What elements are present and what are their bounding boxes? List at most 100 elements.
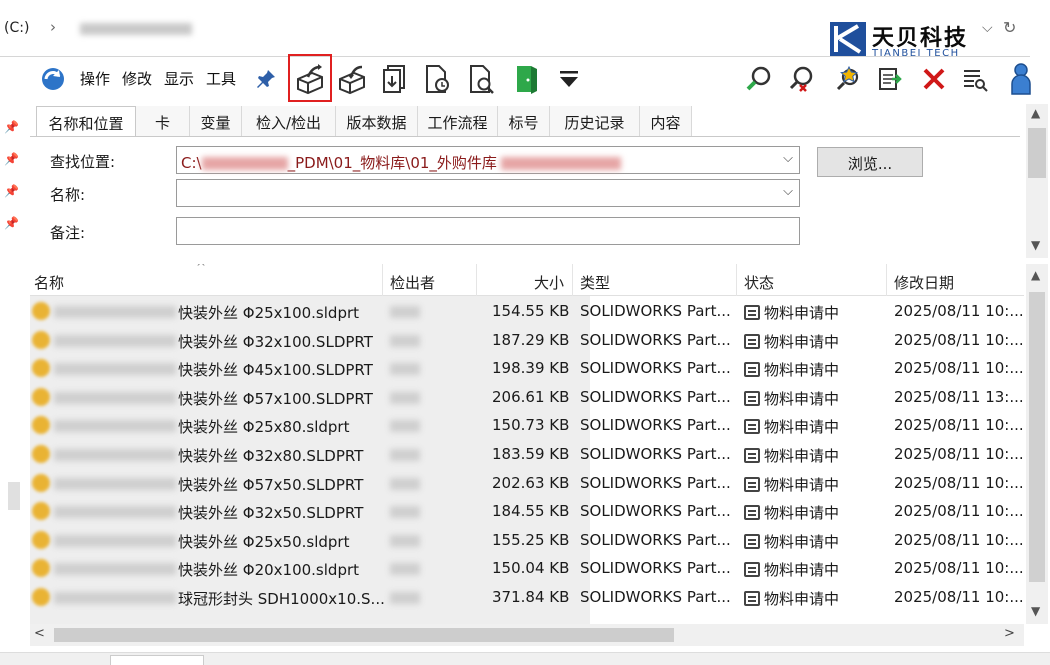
get-version-icon[interactable] [380,62,412,96]
user-icon[interactable] [1006,62,1036,96]
refresh-vault-icon[interactable] [36,62,70,96]
tab-version-data[interactable]: 版本数据 [336,106,418,136]
file-size: 183.59 KB [492,445,570,463]
tab-contents[interactable]: 内容 [640,106,692,136]
history-icon[interactable] [466,62,498,96]
tab-history[interactable]: 历史记录 [550,106,640,136]
redacted-checked-out-by [390,534,420,547]
table-row[interactable]: 快装外丝 Φ32x80.SLDPRT 183.59 KB SOLIDWORKS Pa… [30,440,1024,469]
table-row[interactable]: 快装外丝 Φ25x100.sldprt 154.55 KB SOLIDWORKS P… [30,297,1024,326]
table-row[interactable]: 快装外丝 Φ20x100.sldprt 150.04 KB SOLIDWORKS P… [30,554,1024,583]
col-size[interactable]: 大小 [534,272,564,293]
col-state[interactable]: 状态 [744,272,774,293]
scroll-thumb[interactable] [1029,292,1045,582]
table-row[interactable]: 快装外丝 Φ57x100.SLDPRT 206.61 KB SOLIDWORKS P… [30,383,1024,412]
scroll-thumb[interactable] [54,628,674,642]
state-icon [744,305,760,320]
scroll-down-icon[interactable]: ▼ [1031,238,1040,252]
tab-card[interactable]: 卡 [136,106,190,136]
table-row[interactable]: 球冠形封头 SDH1000x10.S... 371.84 KB SOLIDWORKS… [30,583,1024,612]
address-dropdown-icon[interactable]: ⌵ [982,20,993,36]
part-file-icon [32,530,50,549]
dropdown-arrow-icon[interactable] [556,62,582,96]
scroll-up-icon[interactable]: ▲ [1031,268,1040,282]
file-state: 物料申请中 [744,416,839,437]
exit-icon[interactable] [512,62,542,96]
file-state: 物料申请中 [744,588,839,609]
file-modified: 2025/08/11 10:... [894,559,1024,578]
breadcrumb-chevron-icon: › [50,18,56,36]
state-text: 物料申请中 [764,532,840,551]
part-file-icon [32,502,50,521]
change-state-icon[interactable] [422,62,454,96]
note-input[interactable] [176,217,800,245]
table-row[interactable]: 快装外丝 Φ45x100.SLDPRT 198.39 KB SOLIDWORKS P… [30,354,1024,383]
vault-crumb-redacted[interactable] [80,23,192,35]
drive-crumb[interactable]: (C:) [4,20,29,36]
chevron-down-icon[interactable]: ⌵ [783,151,793,166]
table-row[interactable]: 快装外丝 Φ32x100.SLDPRT 187.29 KB SOLIDWORKS P… [30,326,1024,355]
redacted-part-number [54,420,176,433]
tab-checkin-checkout[interactable]: 检入/检出 [242,106,336,136]
pin-icon[interactable]: 📌 [4,216,19,230]
delete-icon[interactable] [918,62,950,96]
tab-variables[interactable]: 变量 [190,106,242,136]
file-size: 150.04 KB [492,559,570,578]
horizontal-scrollbar[interactable]: < > [30,624,1024,646]
menu-display[interactable]: 显示 [164,68,194,89]
company-logo: 天贝科技 TIANBEI TECH [830,18,980,59]
pin-icon[interactable] [252,62,280,96]
tab-name-location[interactable]: 名称和位置 [36,106,136,136]
redacted-checked-out-by [390,391,420,404]
file-name: 快装外丝 Φ32x100.SLDPRT [178,332,373,351]
table-row[interactable]: 快装外丝 Φ25x50.sldprt 155.25 KB SOLIDWORKS Pa… [30,526,1024,555]
panel-scrollbar[interactable]: ▲ ▼ [1026,104,1048,258]
browse-button[interactable]: 浏览... [817,147,923,177]
export-icon[interactable] [876,62,906,96]
menu-action[interactable]: 操作 [80,68,110,89]
scroll-right-icon[interactable]: > [1004,626,1015,641]
file-modified: 2025/08/11 10:... [894,359,1024,378]
col-checked-out-by[interactable]: 检出者 [390,272,435,293]
pin-icon[interactable]: 📌 [4,120,19,134]
scroll-thumb[interactable] [1028,128,1046,178]
col-name[interactable]: 名称 [34,272,64,293]
part-file-icon [32,387,50,406]
menu-tools[interactable]: 工具 [206,68,236,89]
file-state: 物料申请中 [744,302,839,323]
list-scrollbar[interactable]: ▲ ▼ [1026,264,1048,624]
col-modified-date[interactable]: 修改日期 [894,272,954,293]
file-type: SOLIDWORKS Part... [580,416,731,435]
tab-workflow[interactable]: 工作流程 [418,106,498,136]
file-type: SOLIDWORKS Part... [580,559,731,578]
table-row[interactable]: 快装外丝 Φ32x50.SLDPRT 184.55 KB SOLIDWORKS Pa… [30,497,1024,526]
redacted-part-number [54,506,176,519]
scroll-down-icon[interactable]: ▼ [1031,604,1040,618]
table-row[interactable]: 快装外丝 Φ25x80.sldprt 150.73 KB SOLIDWORKS Pa… [30,411,1024,440]
tab-label[interactable]: 标号 [498,106,550,136]
search-icon[interactable] [744,62,776,96]
file-name: 快装外丝 Φ32x50.SLDPRT [178,504,364,523]
file-state: 物料申请中 [744,445,839,466]
check-in-icon[interactable] [334,62,370,96]
refresh-icon[interactable]: ↻ [1003,18,1016,37]
look-in-dropdown[interactable]: C:\ _PDM\01_物料库\01_外购件库 ⌵ [176,146,800,174]
part-file-icon [32,559,50,578]
pin-icon[interactable]: 📌 [4,184,19,198]
scroll-left-icon[interactable]: < [34,626,45,641]
col-type[interactable]: 类型 [580,272,610,293]
favorite-search-icon[interactable] [832,62,864,96]
redacted-part-number [54,306,176,318]
file-modified: 2025/08/11 10:... [894,530,1024,549]
file-name: 快装外丝 Φ25x100.sldprt [178,304,360,322]
column-separator [736,264,737,296]
menu-modify[interactable]: 修改 [122,68,152,89]
clear-search-icon[interactable] [786,62,818,96]
scroll-up-icon[interactable]: ▲ [1031,106,1040,120]
table-row[interactable]: 快装外丝 Φ57x50.SLDPRT 202.63 KB SOLIDWORKS Pa… [30,469,1024,498]
list-view-icon[interactable] [960,62,990,96]
column-separator [886,264,887,296]
chevron-down-icon[interactable]: ⌵ [783,184,793,199]
name-combobox[interactable]: ⌵ [176,179,800,207]
pin-icon[interactable]: 📌 [4,152,19,166]
